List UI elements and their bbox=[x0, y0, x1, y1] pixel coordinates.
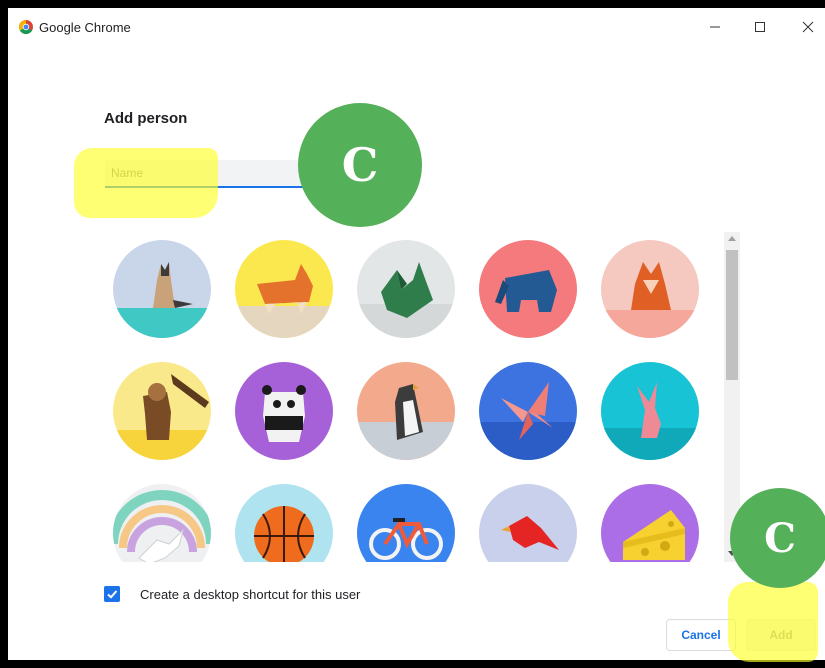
avatar-origami-dragon[interactable] bbox=[357, 240, 455, 338]
annotation-badge: C bbox=[730, 488, 825, 588]
annotation-badge: C bbox=[298, 103, 422, 227]
avatar-origami-cat[interactable] bbox=[113, 240, 211, 338]
shortcut-checkbox-label: Create a desktop shortcut for this user bbox=[140, 587, 361, 602]
avatar-bird[interactable] bbox=[479, 484, 577, 562]
avatar-origami-monkey[interactable] bbox=[113, 362, 211, 460]
page-title: Add person bbox=[104, 110, 188, 127]
scrollbar-thumb[interactable] bbox=[726, 250, 738, 380]
avatar-cheese[interactable] bbox=[601, 484, 699, 562]
name-input[interactable] bbox=[105, 160, 325, 188]
window-title: Google Chrome bbox=[39, 20, 131, 35]
add-button[interactable]: Add bbox=[746, 619, 816, 651]
chrome-window: Google Chrome Add person Name Create a d… bbox=[8, 8, 825, 660]
close-icon[interactable] bbox=[798, 17, 818, 37]
avatar-origami-elephant[interactable] bbox=[479, 240, 577, 338]
shortcut-checkbox[interactable] bbox=[104, 586, 120, 602]
avatar-origami-panda[interactable] bbox=[235, 362, 333, 460]
chrome-logo-icon bbox=[19, 20, 33, 34]
avatar-origami-unicorn[interactable] bbox=[113, 484, 211, 562]
avatar-origami-butterfly[interactable] bbox=[479, 362, 577, 460]
title-bar: Google Chrome bbox=[8, 8, 825, 46]
avatar-origami-corgi[interactable] bbox=[235, 240, 333, 338]
minimize-icon[interactable] bbox=[705, 17, 725, 37]
cancel-button[interactable]: Cancel bbox=[666, 619, 736, 651]
scroll-up-arrow-icon[interactable] bbox=[728, 236, 736, 241]
avatar-origami-fox[interactable] bbox=[601, 240, 699, 338]
avatar-origami-rabbit[interactable] bbox=[601, 362, 699, 460]
maximize-icon[interactable] bbox=[750, 17, 770, 37]
avatar-bicycle[interactable] bbox=[357, 484, 455, 562]
avatar-origami-penguin[interactable] bbox=[357, 362, 455, 460]
avatar-basketball[interactable] bbox=[235, 484, 333, 562]
avatar-grid bbox=[8, 232, 720, 562]
